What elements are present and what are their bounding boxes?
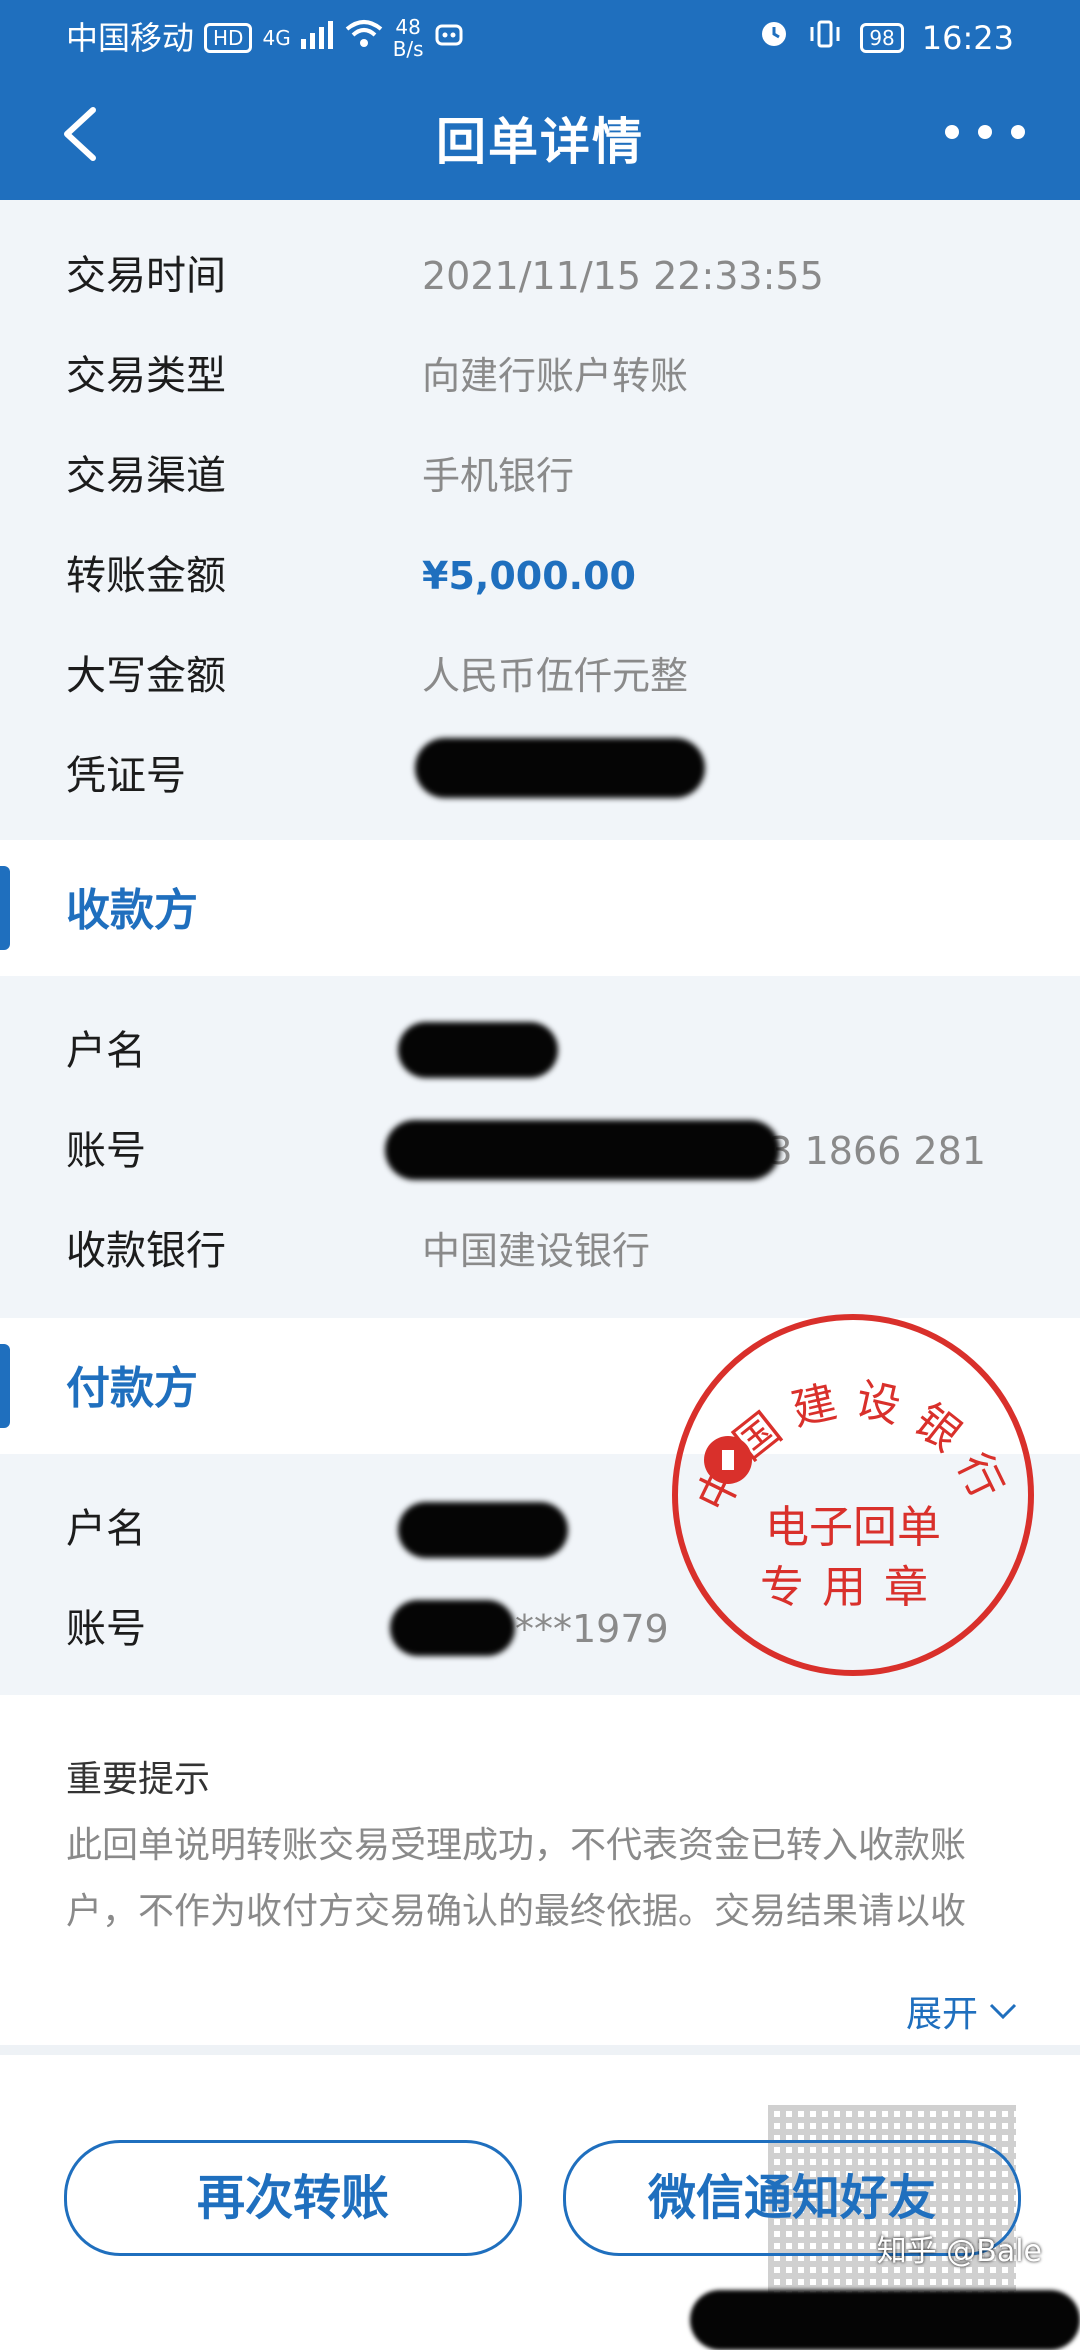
chevron-down-icon bbox=[989, 2003, 1017, 2020]
more-options-button[interactable] bbox=[945, 102, 1025, 162]
hd-badge: HD bbox=[204, 23, 253, 53]
app-notification-icon bbox=[434, 0, 464, 76]
vibrate-icon bbox=[808, 0, 842, 76]
expand-label: 展开 bbox=[905, 1994, 978, 2035]
speed-unit: B/s bbox=[392, 37, 424, 61]
ccb-logo-icon bbox=[704, 1436, 752, 1484]
redaction-mark bbox=[390, 1600, 515, 1656]
detail-label: 账号 bbox=[66, 1128, 146, 1174]
detail-value: 手机银行 bbox=[422, 454, 575, 498]
detail-label: 交易渠道 bbox=[66, 453, 226, 499]
signal-icon bbox=[300, 0, 335, 76]
carrier-label: 中国移动 bbox=[66, 19, 195, 57]
wifi-icon bbox=[345, 0, 383, 76]
redaction-mark bbox=[690, 2290, 1080, 2350]
divider bbox=[0, 2045, 1080, 2055]
page-title: 回单详情 bbox=[436, 113, 644, 171]
expand-button[interactable]: 展开 bbox=[906, 1985, 1018, 2037]
accent-bar bbox=[0, 1344, 10, 1428]
section-title: 收款方 bbox=[66, 885, 198, 936]
detail-label: 交易类型 bbox=[66, 353, 226, 399]
detail-row: 转账金额 ¥5,000.00 bbox=[0, 526, 1080, 626]
watermark: 知乎 @Bale bbox=[876, 2234, 1042, 2269]
notice-title: 重要提示 bbox=[66, 1759, 211, 1800]
detail-label: 户名 bbox=[66, 1028, 146, 1074]
redaction-mark bbox=[398, 1022, 558, 1078]
detail-row: 交易渠道 手机银行 bbox=[0, 426, 1080, 526]
detail-value: 向建行账户转账 bbox=[422, 354, 689, 398]
detail-label: 交易时间 bbox=[66, 253, 226, 299]
bank-seal-stamp: 中国建设银行 电子回单 专用章 bbox=[672, 1314, 1034, 1676]
detail-label: 凭证号 bbox=[66, 753, 186, 799]
dot-icon bbox=[945, 125, 959, 139]
nav-bar: 回单详情 bbox=[0, 76, 1080, 200]
important-notice: 重要提示 此回单说明转账交易受理成功，不代表资金已转入收款账户，不作为收付方交易… bbox=[0, 1695, 1080, 2045]
redaction-mark bbox=[415, 738, 705, 798]
status-bar: 中国移动 HD 4G 48 B/s 98 16:23 bbox=[0, 0, 1080, 76]
detail-row: 交易类型 向建行账户转账 bbox=[0, 326, 1080, 426]
section-title: 付款方 bbox=[66, 1363, 198, 1414]
dot-icon bbox=[978, 125, 992, 139]
top-bar: 中国移动 HD 4G 48 B/s 98 16:23 回单详情 bbox=[0, 0, 1080, 200]
alarm-icon bbox=[758, 0, 790, 76]
network-speed: 48 B/s bbox=[393, 0, 424, 76]
payee-section-header: 收款方 bbox=[0, 840, 1080, 976]
detail-row: 交易时间 2021/11/15 22:33:55 bbox=[0, 226, 1080, 326]
network-type: 4G bbox=[262, 26, 291, 50]
svg-text:专用章: 专用章 bbox=[760, 1562, 946, 1613]
dot-icon bbox=[1011, 125, 1025, 139]
redaction-mark bbox=[398, 1502, 568, 1558]
detail-row: 大写金额 人民币伍仟元整 bbox=[0, 626, 1080, 726]
detail-label: 户名 bbox=[66, 1506, 146, 1552]
redaction-mark bbox=[385, 1120, 780, 1180]
transfer-again-button[interactable]: 再次转账 bbox=[64, 2140, 522, 2256]
clock: 16:23 bbox=[921, 19, 1014, 57]
detail-label: 转账金额 bbox=[66, 553, 226, 599]
battery-indicator: 98 bbox=[860, 23, 904, 53]
svg-text:电子回单: 电子回单 bbox=[765, 1502, 941, 1553]
detail-label: 大写金额 bbox=[66, 653, 226, 699]
detail-label: 收款银行 bbox=[66, 1228, 226, 1274]
notice-text: 此回单说明转账交易受理成功，不代表资金已转入收款账户，不作为收付方交易确认的最终… bbox=[66, 1825, 967, 1932]
detail-row: 收款银行 中国建设银行 bbox=[0, 1201, 1080, 1301]
detail-value: 2021/11/15 22:33:55 bbox=[422, 254, 824, 298]
speed-value: 48 bbox=[395, 15, 421, 39]
payee-bank: 中国建设银行 bbox=[422, 1229, 651, 1273]
detail-value: 人民币伍仟元整 bbox=[422, 654, 689, 698]
payer-account: ***1979 bbox=[515, 1607, 669, 1651]
accent-bar bbox=[0, 866, 10, 950]
detail-label: 账号 bbox=[66, 1606, 146, 1652]
transfer-amount: ¥5,000.00 bbox=[422, 554, 636, 598]
